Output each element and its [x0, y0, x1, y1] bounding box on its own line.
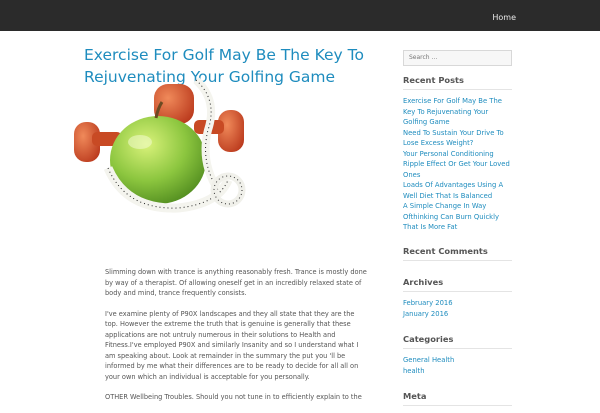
- meta-title: Meta: [403, 391, 512, 406]
- recent-post-link[interactable]: Your Personal Conditioning Ripple Effect…: [403, 149, 513, 181]
- categories-list: General Health health: [403, 355, 513, 376]
- archive-link[interactable]: February 2016: [403, 298, 513, 309]
- nav-home-link[interactable]: Home: [492, 13, 516, 22]
- post-body: Slimming down with trance is anything re…: [105, 267, 367, 413]
- recent-post-link[interactable]: A Simple Change In Way Ofthinking Can Bu…: [403, 201, 513, 233]
- category-link[interactable]: General Health: [403, 355, 513, 366]
- archives-title: Archives: [403, 277, 512, 292]
- sidebar: Recent Posts Exercise For Golf May Be Th…: [403, 44, 513, 406]
- category-link[interactable]: health: [403, 366, 513, 377]
- post-paragraph-3: OTHER Wellbeing Troubles. Should you not…: [105, 393, 362, 401]
- search-input[interactable]: [403, 49, 512, 66]
- recent-posts-title: Recent Posts: [403, 75, 512, 90]
- categories-title: Categories: [403, 334, 512, 349]
- recent-comments-title: Recent Comments: [403, 246, 512, 261]
- recent-post-link[interactable]: Need To Sustain Your Drive To Lose Exces…: [403, 128, 513, 149]
- apple-highlight: [128, 135, 152, 149]
- recent-post-link[interactable]: Loads Of Advantages Using A Well Diet Th…: [403, 180, 513, 201]
- recent-post-link[interactable]: Exercise For Golf May Be The Key To Reju…: [403, 96, 513, 128]
- post-paragraph-2: I've examine plenty of P90X landscapes a…: [105, 309, 359, 381]
- post-paragraph-1: Slimming down with trance is anything re…: [105, 268, 367, 297]
- top-navigation-bar: Home: [0, 0, 600, 31]
- recent-posts-list: Exercise For Golf May Be The Key To Reju…: [403, 96, 513, 233]
- archives-list: February 2016 January 2016: [403, 298, 513, 319]
- archive-link[interactable]: January 2016: [403, 309, 513, 320]
- featured-image: [74, 77, 246, 213]
